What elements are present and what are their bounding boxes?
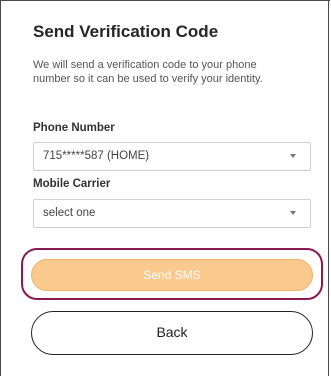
page-title: Send Verification Code [33,22,219,41]
mobile-carrier-label: Mobile Carrier [33,178,111,190]
phone-number-value: 715*****587 (HOME) [43,150,150,162]
mobile-carrier-value: select one [43,207,96,219]
send-sms-button[interactable]: Send SMS [31,259,313,291]
phone-number-select[interactable]: 715*****587 (HOME) [33,142,311,171]
verification-panel: Send Verification Code We will send a ve… [0,0,330,376]
panel-top-border [1,0,330,1]
phone-number-label: Phone Number [33,122,115,134]
description-text: We will send a verification code to your… [33,59,263,85]
back-button[interactable]: Back [31,311,313,355]
chevron-down-icon [290,154,296,158]
chevron-down-icon [290,211,296,215]
mobile-carrier-select[interactable]: select one [33,199,311,228]
